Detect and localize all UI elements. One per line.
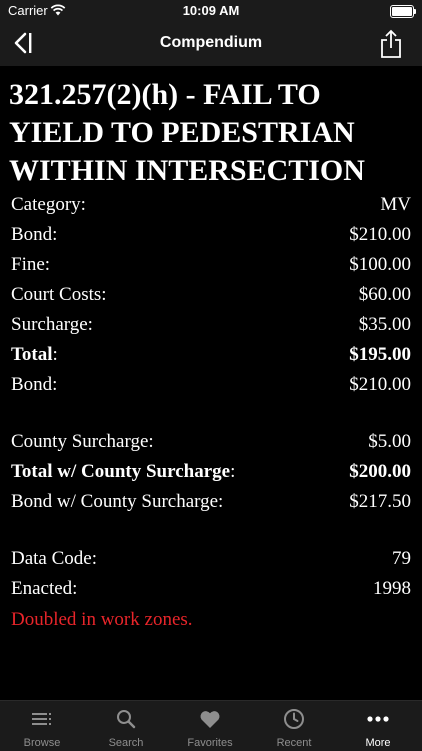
row-value: $5.00 [368, 431, 411, 452]
heart-icon [198, 707, 222, 731]
list-icon [30, 707, 54, 731]
row-value: MV [380, 194, 411, 215]
status-bar: Carrier 10:09 AM [0, 0, 422, 22]
row-label-colon: : [230, 461, 236, 482]
fine-row: Fine: $100.00 [11, 250, 411, 280]
row-label: Enacted: [11, 578, 78, 599]
total-county-row: Total w/ County Surcharge: $200.00 [11, 457, 411, 487]
row-label: Bond: [11, 224, 58, 245]
more-icon [366, 707, 390, 731]
county-surcharge-row: County Surcharge: $5.00 [11, 427, 411, 457]
bond-row: Bond: $210.00 [11, 220, 411, 250]
row-label: Category: [11, 194, 86, 215]
row-value: $210.00 [349, 374, 411, 395]
row-label: Bond w/ County Surcharge: [11, 491, 224, 512]
page-title: Compendium [159, 34, 263, 51]
bond-row-2: Bond: $210.00 [11, 370, 411, 400]
battery-icon [390, 5, 416, 18]
category-row: Category: MV [11, 190, 411, 220]
tab-label: More [365, 737, 391, 749]
row-label-colon: : [52, 344, 58, 365]
row-value: 79 [392, 548, 411, 569]
tab-label: Browse [23, 737, 61, 749]
row-label: Bond: [11, 374, 58, 395]
row-label: Data Code: [11, 548, 98, 569]
row-label: Total w/ County Surcharge: [11, 457, 235, 487]
row-value: $217.50 [349, 491, 411, 512]
enacted-row: Enacted: 1998 [11, 574, 411, 604]
tab-label: Favorites [187, 737, 233, 749]
tab-more[interactable]: More [336, 701, 420, 751]
tab-bar: Browse Search Favorites Recent More [0, 700, 422, 751]
total-row: Total: $195.00 [11, 340, 411, 370]
tab-favorites[interactable]: Favorites [168, 701, 252, 751]
row-label: Court Costs: [11, 284, 107, 305]
row-value: $195.00 [349, 344, 411, 365]
tab-label: Search [108, 737, 144, 749]
navigation-bar: Compendium [0, 22, 422, 66]
row-value: $200.00 [349, 461, 411, 482]
row-label: County Surcharge: [11, 431, 154, 452]
row-label: Surcharge: [11, 314, 93, 335]
row-value: $210.00 [349, 224, 411, 245]
row-label: Fine: [11, 254, 51, 275]
share-icon [381, 29, 401, 58]
row-value: 1998 [373, 578, 411, 599]
row-value: $100.00 [349, 254, 411, 275]
court-costs-row: Court Costs: $60.00 [11, 280, 411, 310]
surcharge-row: Surcharge: $35.00 [11, 310, 411, 340]
row-label: Total: [11, 340, 58, 370]
clock-icon [282, 707, 306, 731]
tab-browse[interactable]: Browse [0, 701, 84, 751]
violation-detail: 321.257(2)(h) - FAIL TO YIELD TO PEDESTR… [0, 66, 422, 700]
bond-county-row: Bond w/ County Surcharge: $217.50 [11, 487, 411, 517]
work-zone-note: Doubled in work zones. [11, 609, 193, 630]
tab-search[interactable]: Search [84, 701, 168, 751]
row-label-text: Total [11, 344, 53, 365]
row-value: $35.00 [358, 314, 411, 335]
tab-label: Recent [276, 737, 312, 749]
tab-recent[interactable]: Recent [252, 701, 336, 751]
violation-title: 321.257(2)(h) - FAIL TO YIELD TO PEDESTR… [9, 78, 365, 187]
clock-time: 10:09 AM [182, 3, 240, 18]
data-code-row: Data Code: 79 [11, 544, 411, 574]
row-value: $60.00 [358, 284, 411, 305]
row-label-text: Total w/ County Surcharge [11, 461, 231, 482]
search-icon [114, 707, 138, 731]
share-button[interactable] [378, 28, 404, 60]
